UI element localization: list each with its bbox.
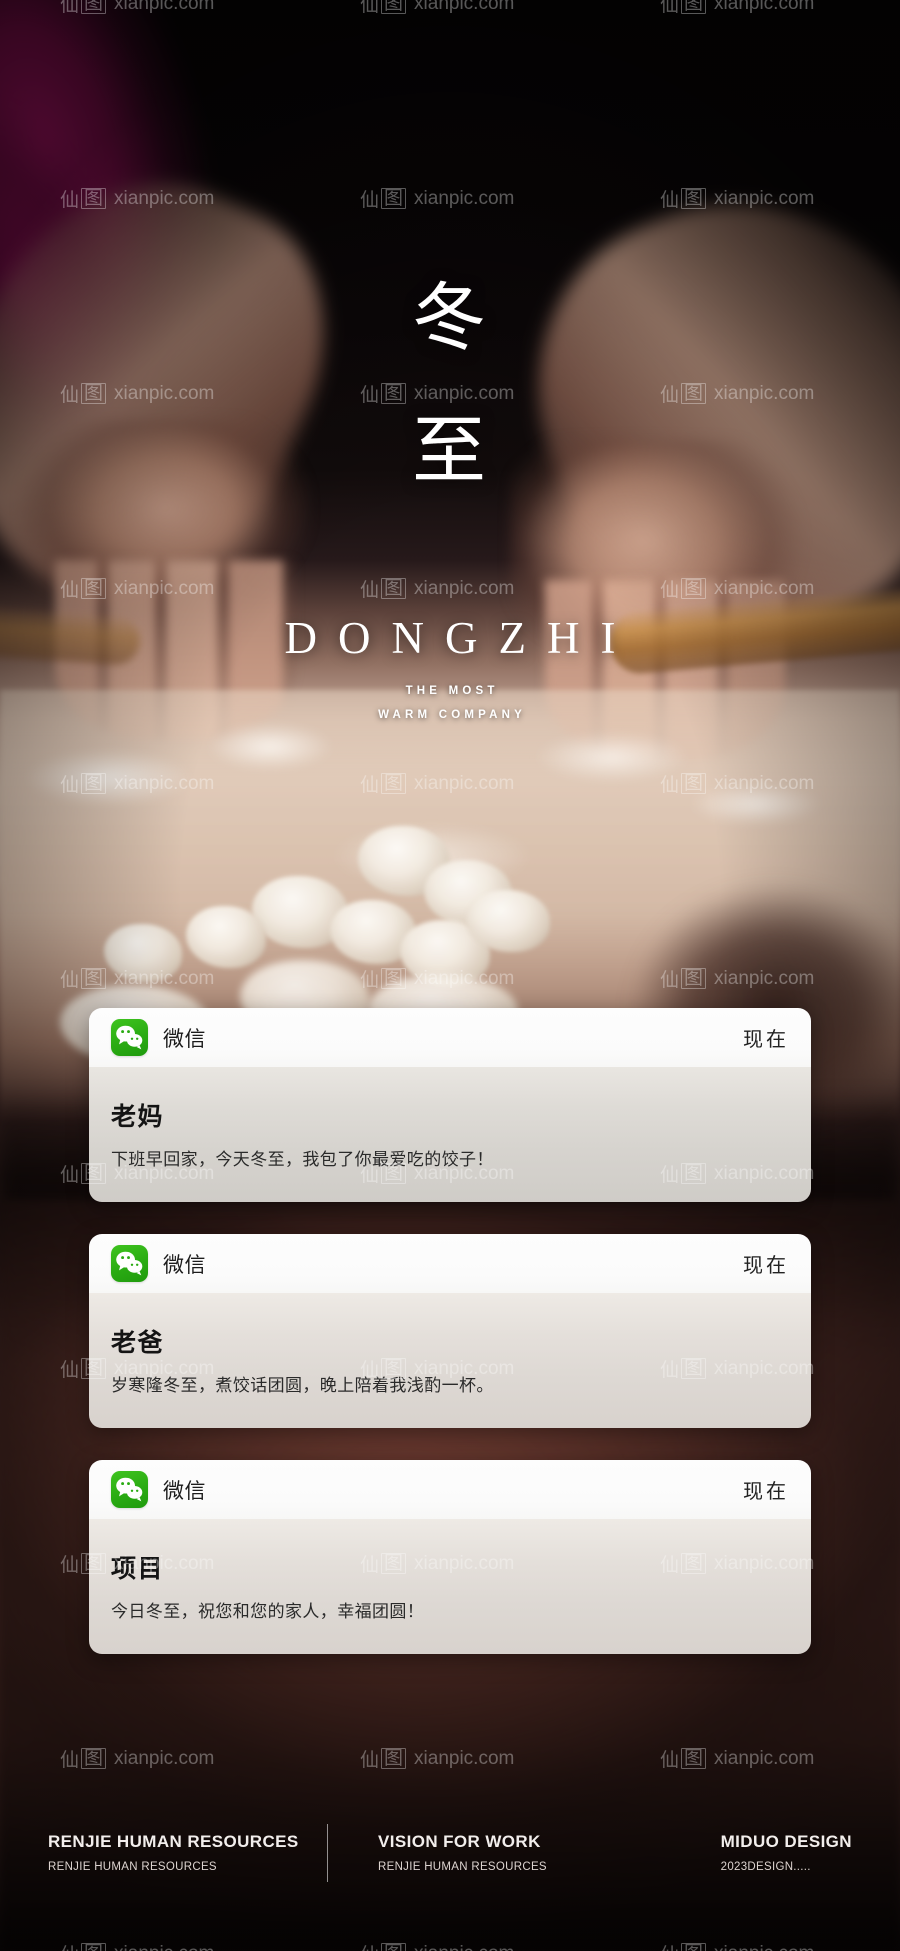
notification-header: 微信 现在 [89,1234,811,1293]
wechat-icon [111,1471,148,1508]
notification-card[interactable]: 微信 现在 老妈 下班早回家，今天冬至，我包了你最爱吃的饺子！ [89,1008,811,1202]
notification-card[interactable]: 微信 现在 项目 今日冬至，祝您和您的家人，幸福团圆！ [89,1460,811,1654]
notification-header: 微信 现在 [89,1460,811,1519]
notification-time: 现在 [743,1027,789,1051]
notification-list: 微信 现在 老妈 下班早回家，今天冬至，我包了你最爱吃的饺子！ 微信 现在 老爸… [0,1008,900,1686]
notification-message: 今日冬至，祝您和您的家人，幸福团圆！ [111,1602,425,1622]
footer-column-brand: RENJIE HUMAN RESOURCES RENJIE HUMAN RESO… [48,1824,348,1882]
footer-brand-subtitle: RENJIE HUMAN RESOURCES [48,1861,217,1873]
notification-card[interactable]: 微信 现在 老爸 岁寒隆冬至，煮饺话团圆，晚上陪着我浅酌一杯。 [89,1234,811,1428]
wechat-icon [111,1019,148,1056]
notification-message: 岁寒隆冬至，煮饺话团圆，晚上陪着我浅酌一杯。 [111,1376,494,1396]
notification-message: 下班早回家，今天冬至，我包了你最爱吃的饺子！ [111,1150,494,1170]
notification-sender: 老爸 [111,1328,165,1357]
notification-app-name: 微信 [163,1478,206,1503]
footer-brand-title: RENJIE HUMAN RESOURCES [48,1832,299,1851]
wechat-icon [111,1245,148,1282]
hero-en-subtitle-2: WARM COMPANY [378,709,527,721]
hero-cn-line2: 至 [412,411,488,493]
notification-time: 现在 [743,1479,789,1503]
footer-design-subtitle: 2023DESIGN..... [720,1861,811,1873]
notification-header: 微信 现在 [89,1008,811,1067]
notification-body: 项目 今日冬至，祝您和您的家人，幸福团圆！ [89,1519,811,1654]
poster-canvas: 冬 至 DONGZHI THE MOST WARM COMPANY 微信 现在 … [0,0,900,1951]
footer-design-title: MIDUO DESIGN [720,1832,852,1851]
notification-app-name: 微信 [163,1252,206,1277]
hero-en-subtitle-1: THE MOST [405,685,499,697]
footer-divider [327,1824,328,1882]
footer-slogan-title: VISION FOR WORK [378,1832,541,1851]
footer-slogan-subtitle: RENJIE HUMAN RESOURCES [378,1861,547,1873]
notification-sender: 项目 [111,1554,165,1583]
footer-column-slogan: VISION FOR WORK RENJIE HUMAN RESOURCES [348,1832,648,1873]
notification-time: 现在 [743,1253,789,1277]
notification-body: 老爸 岁寒隆冬至，煮饺话团圆，晚上陪着我浅酌一杯。 [89,1293,811,1428]
notification-body: 老妈 下班早回家，今天冬至，我包了你最爱吃的饺子！ [89,1067,811,1202]
hero-en-title: DONGZHI [284,613,637,663]
notification-app-name: 微信 [163,1026,206,1051]
hero-cn-line1: 冬 [412,278,488,360]
notification-sender: 老妈 [111,1102,165,1131]
footer: RENJIE HUMAN RESOURCES RENJIE HUMAN RESO… [0,1824,900,1882]
footer-column-design: MIDUO DESIGN 2023DESIGN..... [721,1832,852,1873]
